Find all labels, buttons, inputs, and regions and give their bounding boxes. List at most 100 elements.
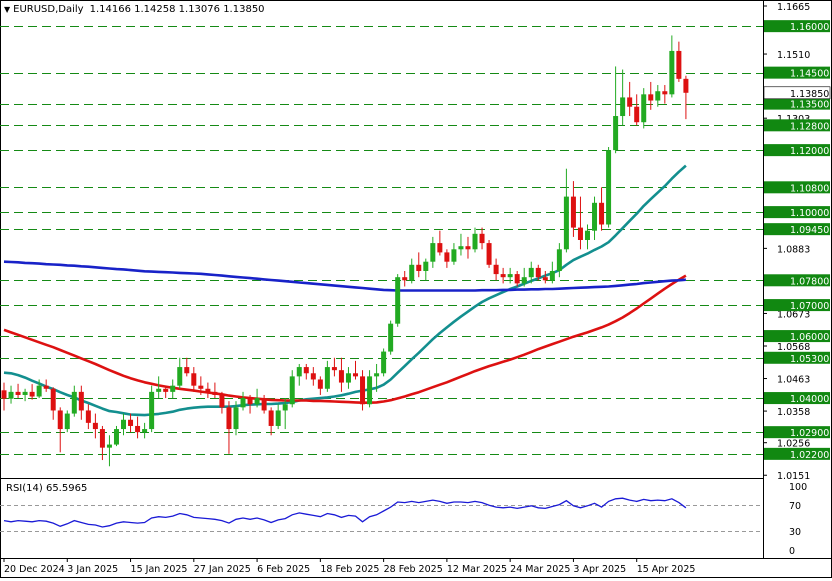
- level-label: 1.04000: [790, 394, 829, 405]
- candle-body: [648, 94, 654, 101]
- current-price-label: 1.13850: [790, 89, 829, 100]
- candle-body: [184, 367, 190, 374]
- candle-body: [226, 407, 232, 430]
- candle-body: [275, 410, 281, 426]
- rsi-tick-label: 0: [789, 546, 795, 557]
- candle-body: [50, 388, 56, 411]
- candle-body: [430, 243, 436, 262]
- dropdown-triangle-icon[interactable]: ▼: [4, 5, 10, 14]
- candle-body: [472, 233, 478, 250]
- candle-body: [29, 391, 35, 397]
- candle-body: [254, 398, 260, 405]
- candle-body: [479, 233, 485, 244]
- candle-body: [507, 274, 513, 278]
- candle-body: [381, 351, 387, 374]
- time-axis-label: 12 Mar 2025: [447, 564, 507, 575]
- candle-body: [219, 394, 225, 408]
- candle-body: [43, 385, 49, 389]
- candle-body: [191, 373, 197, 386]
- candle-body: [367, 376, 373, 405]
- ohlc-readout: 1.14166 1.14258 1.13076 1.13850: [89, 4, 265, 15]
- candle-body: [282, 404, 288, 411]
- candle-body: [486, 243, 492, 265]
- candle-body: [296, 367, 302, 377]
- price-chart[interactable]: 1.16651.15101.13851.13031.08831.06731.05…: [0, 0, 832, 578]
- candle-body: [570, 196, 576, 228]
- candle-body: [437, 243, 443, 253]
- time-axis-label: 20 Dec 2024: [4, 564, 65, 575]
- time-axis-label: 18 Feb 2025: [320, 564, 379, 575]
- candle-body: [261, 398, 267, 411]
- candle-body: [289, 376, 295, 405]
- candle-body: [78, 391, 84, 411]
- candle-body: [99, 429, 105, 448]
- candle-body: [535, 267, 541, 278]
- candle-body: [563, 196, 569, 250]
- candle-body: [683, 78, 689, 93]
- rsi-header: RSI(14) 65.5965: [6, 483, 88, 494]
- candle-body: [465, 246, 471, 250]
- candle-body: [303, 367, 309, 374]
- candle-body: [212, 391, 218, 395]
- time-axis-label: 15 Jan 2025: [131, 564, 188, 575]
- level-label: 1.07000: [790, 301, 829, 312]
- rsi-tick-label: 30: [789, 527, 801, 538]
- price-tick-label: 1.1665: [777, 2, 810, 13]
- candle-body: [268, 410, 274, 426]
- level-label: 1.14500: [790, 69, 829, 80]
- candle-body: [620, 97, 626, 117]
- chart-window[interactable]: 1.16651.15101.13851.13031.08831.06731.05…: [0, 0, 832, 578]
- candle-body: [205, 388, 211, 392]
- symbol-label: EURUSD,Daily: [13, 4, 84, 15]
- level-label: 1.06000: [790, 332, 829, 343]
- candle-body: [458, 246, 464, 250]
- candle-body: [416, 264, 422, 271]
- candle-body: [444, 252, 450, 262]
- candle-body: [85, 410, 91, 423]
- candle-body: [247, 398, 253, 405]
- candle-body: [331, 367, 337, 371]
- level-label: 1.02900: [790, 428, 829, 439]
- candle-body: [121, 419, 127, 430]
- chart-frame: [0, 0, 832, 578]
- candle-body: [613, 116, 619, 151]
- time-axis-label: 15 Apr 2025: [637, 564, 696, 575]
- candle-body: [655, 91, 661, 101]
- candle-body: [451, 249, 457, 262]
- chart-header: ▼ EURUSD,Daily 1.14166 1.14258 1.13076 1.1…: [4, 4, 265, 15]
- level-label: 1.02200: [790, 450, 829, 461]
- candle-body: [71, 391, 77, 414]
- candle-body: [1, 390, 7, 399]
- candle-body: [177, 367, 183, 386]
- candle-body: [353, 373, 358, 377]
- candle-body: [556, 249, 562, 271]
- candle-body: [22, 391, 28, 395]
- candle-body: [493, 264, 499, 275]
- candle-body: [240, 398, 246, 408]
- level-label: 1.13500: [790, 100, 829, 111]
- candle-body: [233, 407, 239, 430]
- time-axis-label: 28 Feb 2025: [384, 564, 443, 575]
- rsi-tick-label: 70: [789, 501, 801, 512]
- price-tick-label: 1.0568: [777, 342, 810, 353]
- candle-body: [360, 376, 366, 405]
- candle-body: [669, 50, 675, 95]
- candle-body: [15, 391, 21, 395]
- time-axis-label: 27 Jan 2025: [194, 564, 251, 575]
- candle-body: [113, 429, 119, 445]
- candle-body: [500, 274, 506, 278]
- time-axis-label: 3 Jan 2025: [67, 564, 118, 575]
- candle-body: [388, 323, 394, 352]
- candle-body: [163, 388, 169, 392]
- price-tick-label: 1.0463: [777, 375, 810, 386]
- candle-body: [198, 385, 204, 389]
- price-tick-label: 1.0883: [777, 244, 810, 255]
- candle-body: [599, 202, 605, 225]
- candle-body: [584, 230, 590, 240]
- candle-body: [606, 150, 612, 225]
- candle-body: [627, 97, 633, 107]
- candle-body: [641, 94, 647, 123]
- candle-body: [676, 50, 682, 79]
- level-label: 1.12000: [790, 146, 829, 157]
- candle-body: [402, 277, 408, 281]
